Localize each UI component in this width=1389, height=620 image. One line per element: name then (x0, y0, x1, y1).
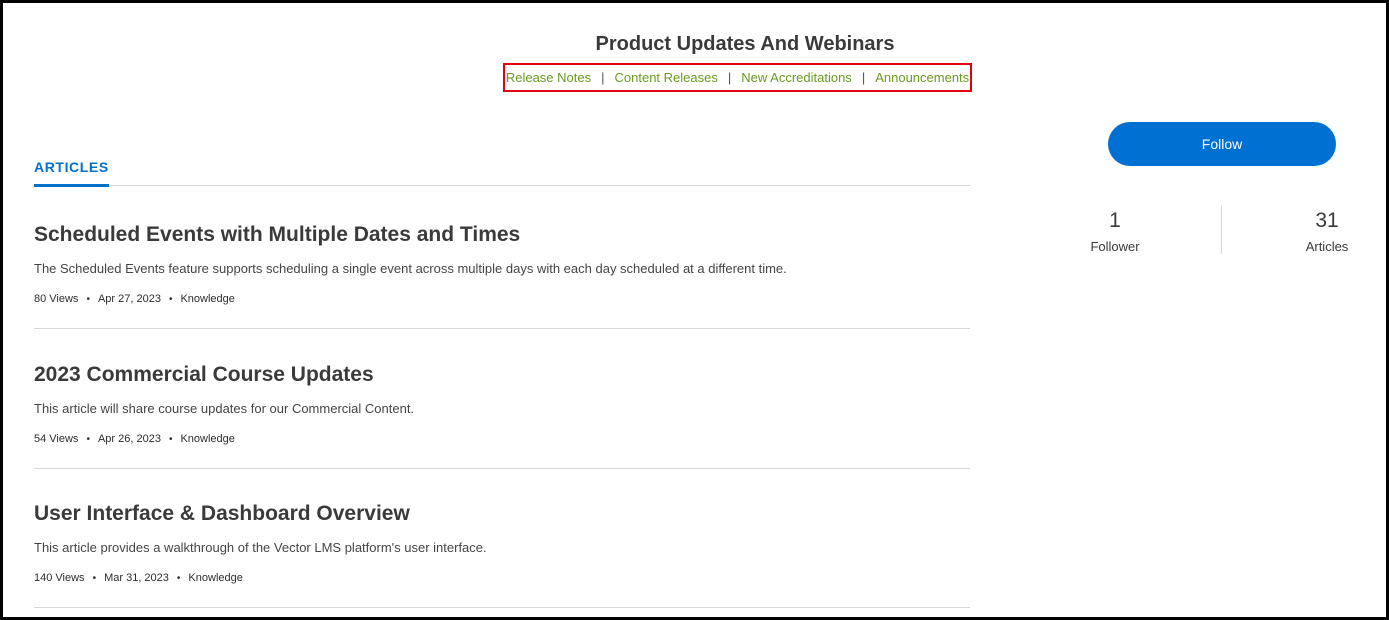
meta-dot: • (86, 293, 90, 305)
articles-count: 31 (1315, 209, 1339, 232)
article-meta: 80 Views • Apr 27, 2023 • Knowledge (34, 293, 235, 305)
followers-stat: 1 Follower (1055, 209, 1175, 254)
article-summary: The Scheduled Events feature supports sc… (34, 261, 787, 276)
page-title: Product Updates And Webinars (3, 33, 1386, 56)
article-title-link[interactable]: Scheduled Events with Multiple Dates and… (34, 223, 520, 247)
topic-subnav: Release Notes | Content Releases | New A… (503, 63, 972, 92)
article-meta: 54 Views • Apr 26, 2023 • Knowledge (34, 433, 235, 445)
article-list-item: User Interface & Dashboard Overview This… (34, 468, 970, 608)
articles-label: Articles (1305, 239, 1349, 254)
article-date: Apr 27, 2023 (97, 293, 161, 305)
subnav-link-new-accreditations[interactable]: New Accreditations (741, 70, 852, 85)
subnav-separator: | (601, 70, 605, 85)
subnav-link-release-notes[interactable]: Release Notes (506, 70, 591, 85)
meta-dot: • (176, 572, 181, 584)
page-frame: Product Updates And Webinars Release Not… (0, 0, 1389, 620)
article-views: 54 Views (34, 433, 79, 445)
article-meta: 140 Views • Mar 31, 2023 • Knowledge (34, 572, 243, 584)
meta-dot: • (168, 293, 173, 305)
followers-count: 1 (1109, 209, 1121, 232)
article-summary: This article provides a walkthrough of t… (34, 540, 487, 555)
subnav-link-content-releases[interactable]: Content Releases (615, 70, 718, 85)
article-list-item: Scheduled Events with Multiple Dates and… (34, 189, 970, 329)
subnav-separator: | (727, 70, 732, 85)
article-title-link[interactable]: User Interface & Dashboard Overview (34, 502, 410, 526)
followers-label: Follower (1090, 239, 1140, 254)
meta-dot: • (86, 433, 90, 445)
article-type: Knowledge (180, 293, 235, 305)
article-date: Mar 31, 2023 (104, 572, 169, 584)
subnav-link-announcements[interactable]: Announcements (875, 70, 969, 85)
articles-stat: 31 Articles (1267, 209, 1386, 254)
article-views: 80 Views (34, 293, 79, 305)
article-type: Knowledge (180, 433, 235, 445)
stats-divider (1221, 206, 1222, 254)
article-views: 140 Views (34, 572, 85, 584)
article-type: Knowledge (188, 572, 243, 584)
article-title-link[interactable]: 2023 Commercial Course Updates (34, 363, 374, 387)
meta-dot: • (92, 572, 97, 584)
page-title-text: Product Updates And Webinars (595, 33, 895, 55)
follow-button[interactable]: Follow (1108, 122, 1336, 166)
content-tabs: ARTICLES (34, 153, 970, 187)
article-list-item: 2023 Commercial Course Updates This arti… (34, 329, 970, 469)
tab-articles[interactable]: ARTICLES (34, 159, 109, 187)
article-summary: This article will share course updates f… (34, 401, 415, 416)
article-date: Apr 26, 2023 (97, 433, 161, 445)
meta-dot: • (168, 433, 173, 445)
subnav-separator: | (861, 70, 866, 85)
